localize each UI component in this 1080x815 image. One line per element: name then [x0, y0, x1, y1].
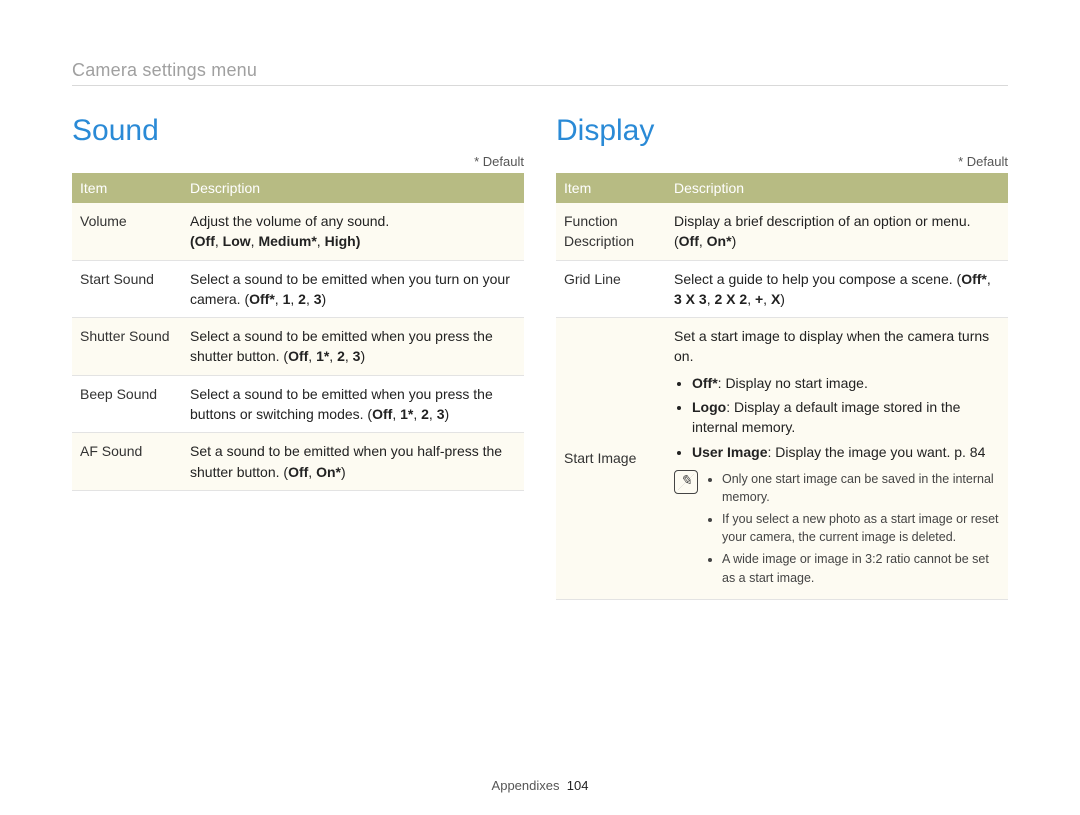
- display-column: Display * Default Item Description Funct…: [556, 114, 1008, 600]
- item-cell: Beep Sound: [72, 375, 182, 433]
- desc-cell: Set a start image to display when the ca…: [666, 318, 1008, 600]
- desc-text: Set a start image to display when the ca…: [674, 328, 989, 364]
- content-columns: Sound * Default Item Description Volume …: [72, 114, 1008, 600]
- list-item: User Image: Display the image you want. …: [692, 442, 1000, 462]
- page-footer: Appendixes 104: [0, 778, 1080, 793]
- table-row: Grid Line Select a guide to help you com…: [556, 260, 1008, 318]
- options: Off, 1*, 2, 3: [372, 406, 444, 422]
- item-cell: Shutter Sound: [72, 318, 182, 376]
- table-row: Volume Adjust the volume of any sound. (…: [72, 203, 524, 260]
- header-description: Description: [182, 173, 524, 203]
- display-table: Item Description Function Description Di…: [556, 173, 1008, 600]
- desc-cell: Select a guide to help you compose a sce…: [666, 260, 1008, 318]
- table-row: Shutter Sound Select a sound to be emitt…: [72, 318, 524, 376]
- table-row: Start Sound Select a sound to be emitted…: [72, 260, 524, 318]
- note-icon: ✎: [674, 470, 698, 494]
- table-row: Function Description Display a brief des…: [556, 203, 1008, 260]
- desc-text: Select a sound to be emitted when you tu…: [190, 271, 510, 307]
- header-item: Item: [72, 173, 182, 203]
- list-item: If you select a new photo as a start ima…: [722, 510, 1000, 546]
- desc-cell: Select a sound to be emitted when you pr…: [182, 318, 524, 376]
- default-note-right: * Default: [556, 154, 1008, 169]
- desc-text: Adjust the volume of any sound.: [190, 213, 389, 229]
- desc-cell: Adjust the volume of any sound. (Off, Lo…: [182, 203, 524, 260]
- header-description: Description: [666, 173, 1008, 203]
- note-list: Only one start image can be saved in the…: [706, 470, 1000, 591]
- desc-cell: Set a sound to be emitted when you half-…: [182, 433, 524, 491]
- item-cell: Start Sound: [72, 260, 182, 318]
- options: (Off, Low, Medium*, High): [190, 233, 360, 249]
- list-item: Logo: Display a default image stored in …: [692, 397, 1000, 438]
- note-box: ✎ Only one start image can be saved in t…: [674, 470, 1000, 591]
- item-cell: AF Sound: [72, 433, 182, 491]
- list-item: Only one start image can be saved in the…: [722, 470, 1000, 506]
- options: Off, 1*, 2, 3: [288, 348, 360, 364]
- sound-table: Item Description Volume Adjust the volum…: [72, 173, 524, 491]
- item-cell: Start Image: [556, 318, 666, 600]
- list-item: A wide image or image in 3:2 ratio canno…: [722, 550, 1000, 586]
- table-row: AF Sound Set a sound to be emitted when …: [72, 433, 524, 491]
- desc-text: Set a sound to be emitted when you half-…: [190, 443, 502, 479]
- table-row: Start Image Set a start image to display…: [556, 318, 1008, 600]
- options: Off, On*: [679, 233, 732, 249]
- sound-heading: Sound: [72, 114, 524, 148]
- item-cell: Function Description: [556, 203, 666, 260]
- sound-column: Sound * Default Item Description Volume …: [72, 114, 524, 600]
- table-row: Beep Sound Select a sound to be emitted …: [72, 375, 524, 433]
- section-label: Camera settings menu: [72, 60, 1008, 86]
- footer-label: Appendixes: [492, 778, 560, 793]
- desc-cell: Select a sound to be emitted when you pr…: [182, 375, 524, 433]
- desc-cell: Select a sound to be emitted when you tu…: [182, 260, 524, 318]
- start-image-bullets: Off*: Display no start image. Logo: Disp…: [674, 373, 1000, 462]
- desc-cell: Display a brief description of an option…: [666, 203, 1008, 260]
- header-item: Item: [556, 173, 666, 203]
- options: Off, On*: [288, 464, 341, 480]
- desc-text: Select a guide to help you compose a sce…: [674, 271, 961, 287]
- page-number: 104: [567, 778, 589, 793]
- default-note-left: * Default: [72, 154, 524, 169]
- item-cell: Volume: [72, 203, 182, 260]
- item-cell: Grid Line: [556, 260, 666, 318]
- display-heading: Display: [556, 114, 1008, 148]
- options: Off*, 1, 2, 3: [249, 291, 321, 307]
- list-item: Off*: Display no start image.: [692, 373, 1000, 393]
